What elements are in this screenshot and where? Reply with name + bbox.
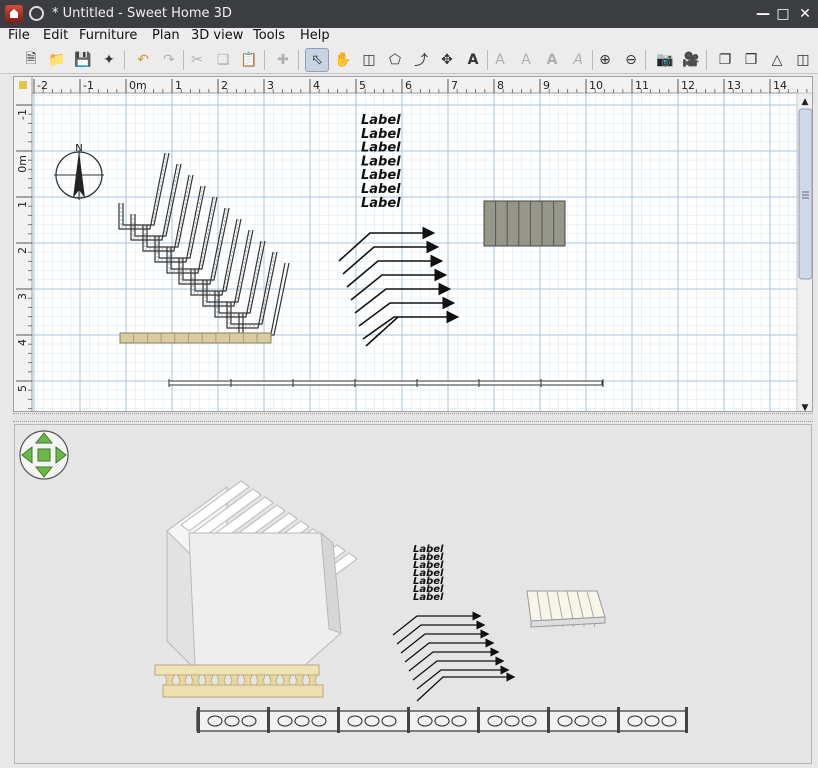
- ruler-x-label: 2: [221, 79, 228, 92]
- menu-furniture[interactable]: Furniture: [79, 28, 137, 43]
- pan-mode-icon[interactable]: ✋: [331, 48, 355, 72]
- maximize-icon[interactable]: □: [774, 5, 792, 23]
- new-home-icon[interactable]: 🗎: [19, 48, 43, 72]
- plan-label[interactable]: Label: [361, 168, 401, 183]
- plan-view[interactable]: -2 -1 0m 1 2 3 4 5 6 7 8 9 10 11 12 13 14 -1 0m 1 2 3 4 5 N: [13, 76, 813, 412]
- create-rooms-icon[interactable]: ⬠: [383, 48, 407, 72]
- 3d-fence[interactable]: [196, 707, 688, 733]
- menu-plan[interactable]: Plan: [152, 28, 180, 43]
- ruler-x-label: 5: [359, 79, 366, 92]
- ruler-x-label: 3: [267, 79, 274, 92]
- import-texture-icon[interactable]: ❒: [739, 48, 763, 72]
- plan-canvas[interactable]: -2 -1 0m 1 2 3 4 5 6 7 8 9 10 11 12 13 14 -10m12345 N: [14, 77, 813, 412]
- app-icon: [5, 5, 23, 23]
- ruler-x-label: 4: [313, 79, 320, 92]
- paste-icon[interactable]: 📋: [237, 48, 261, 72]
- 3d-balustrade[interactable]: [154, 664, 324, 698]
- ruler-y-label: 3: [16, 293, 29, 300]
- ruler-y-label: 4: [16, 339, 29, 346]
- copy-icon[interactable]: ❏: [211, 48, 235, 72]
- ruler-x-label: 13: [727, 79, 741, 92]
- 3d-staircase[interactable]: [166, 480, 358, 677]
- menu-bar: File Edit Furniture Plan 3D view Tools H…: [0, 28, 818, 46]
- plan-label[interactable]: Label: [361, 154, 401, 169]
- create-dimensions-icon[interactable]: ✥: [435, 48, 459, 72]
- ruler-x-label: -1: [83, 79, 94, 92]
- modify-text-style-icon[interactable]: A: [488, 48, 512, 72]
- ruler-x-label: 10: [589, 79, 603, 92]
- 3d-view[interactable]: Label Label Label Label Label Label Label: [14, 424, 812, 764]
- ruler-x-label: 0m: [129, 79, 147, 92]
- plan-label[interactable]: Label: [361, 127, 401, 142]
- zoom-in-icon[interactable]: ⊕: [593, 48, 617, 72]
- 3d-slatted-panel[interactable]: [526, 590, 606, 628]
- create-photo-icon[interactable]: 📷: [653, 48, 677, 72]
- svg-text:▼: ▼: [802, 403, 809, 412]
- compass-north-letter: N: [75, 143, 82, 154]
- flip-horizontally-icon[interactable]: △: [765, 48, 789, 72]
- create-polylines-icon[interactable]: ⤴: [409, 48, 433, 72]
- ruler-x-label: 6: [405, 79, 412, 92]
- plan-label[interactable]: Label: [361, 196, 401, 211]
- plan-label[interactable]: Label: [361, 113, 401, 128]
- pin-icon[interactable]: [29, 6, 44, 21]
- ruler-y-label: 5: [16, 385, 29, 392]
- open-icon[interactable]: 📁: [45, 48, 69, 72]
- zoom-out-icon[interactable]: ⊖: [619, 48, 643, 72]
- add-furniture-icon[interactable]: ✚: [271, 48, 295, 72]
- ruler-y-label: 0m: [16, 155, 29, 173]
- menu-file[interactable]: File: [8, 28, 30, 43]
- ruler-y-label: 2: [16, 247, 29, 254]
- increase-text-size-icon[interactable]: A: [514, 48, 538, 72]
- cut-icon[interactable]: ✂: [185, 48, 209, 72]
- preferences-icon[interactable]: ✦: [97, 48, 121, 72]
- plan-vertical-scrollbar[interactable]: ▲ ▼: [796, 92, 813, 412]
- ruler-x-label: 11: [635, 79, 649, 92]
- create-walls-icon[interactable]: ◫: [357, 48, 381, 72]
- toolbar: 🗎 📁 💾 ✦ ↶ ↷ ✂ ❏ 📋 ✚ ⬁ ✋ ◫ ⬠ ⤴ ✥ A A A A …: [0, 46, 818, 74]
- ruler-y-label: 1: [16, 201, 29, 208]
- menu-help[interactable]: Help: [300, 28, 330, 43]
- menu-3d-view[interactable]: 3D view: [191, 28, 243, 43]
- balustrade[interactable]: [119, 332, 272, 344]
- ruler-corner-icon: [19, 81, 27, 89]
- ruler-x-label: 9: [543, 79, 550, 92]
- ruler-x-label: 1: [175, 79, 182, 92]
- menu-tools[interactable]: Tools: [253, 28, 285, 43]
- import-furniture-icon[interactable]: ❐: [713, 48, 737, 72]
- 3d-label[interactable]: Label: [413, 592, 444, 603]
- save-icon[interactable]: 💾: [71, 48, 95, 72]
- ruler-x-label: 12: [681, 79, 695, 92]
- plan-label[interactable]: Label: [361, 182, 401, 197]
- select-mode-icon[interactable]: ⬁: [305, 48, 329, 72]
- add-text-icon[interactable]: A: [461, 48, 485, 72]
- minimize-icon[interactable]: —: [754, 5, 772, 23]
- slatted-panel[interactable]: [483, 200, 566, 247]
- ruler-x-label: 14: [773, 79, 787, 92]
- flip-vertically-icon[interactable]: ◫: [791, 48, 815, 72]
- ruler-x-label: 8: [497, 79, 504, 92]
- 3d-label-group[interactable]: LabelLabelLabelLabelLabelLabelLabel: [413, 544, 444, 603]
- create-video-icon[interactable]: 🎥: [679, 48, 703, 72]
- svg-text:▲: ▲: [802, 97, 809, 107]
- ruler-x-label: -2: [37, 79, 48, 92]
- window-title: * Untitled - Sweet Home 3D: [52, 6, 232, 21]
- ruler-x-label: 7: [451, 79, 458, 92]
- 3d-navigation-arrows[interactable]: [19, 430, 69, 480]
- italic-text-icon[interactable]: A: [566, 48, 590, 72]
- redo-icon[interactable]: ↷: [157, 48, 181, 72]
- undo-icon[interactable]: ↶: [131, 48, 155, 72]
- bold-text-icon[interactable]: A: [540, 48, 564, 72]
- plan-label[interactable]: Label: [361, 141, 401, 156]
- label-group[interactable]: LabelLabelLabelLabelLabelLabelLabel: [361, 113, 401, 211]
- ruler-y-label: -1: [16, 109, 29, 120]
- menu-edit[interactable]: Edit: [43, 28, 68, 43]
- title-bar: * Untitled - Sweet Home 3D — □ ✕: [0, 0, 818, 28]
- close-icon[interactable]: ✕: [796, 5, 814, 23]
- view-splitter[interactable]: [13, 413, 813, 422]
- 3d-arrow-polylines[interactable]: [392, 611, 516, 702]
- 3d-canvas[interactable]: LabelLabelLabelLabelLabelLabelLabel: [15, 425, 812, 764]
